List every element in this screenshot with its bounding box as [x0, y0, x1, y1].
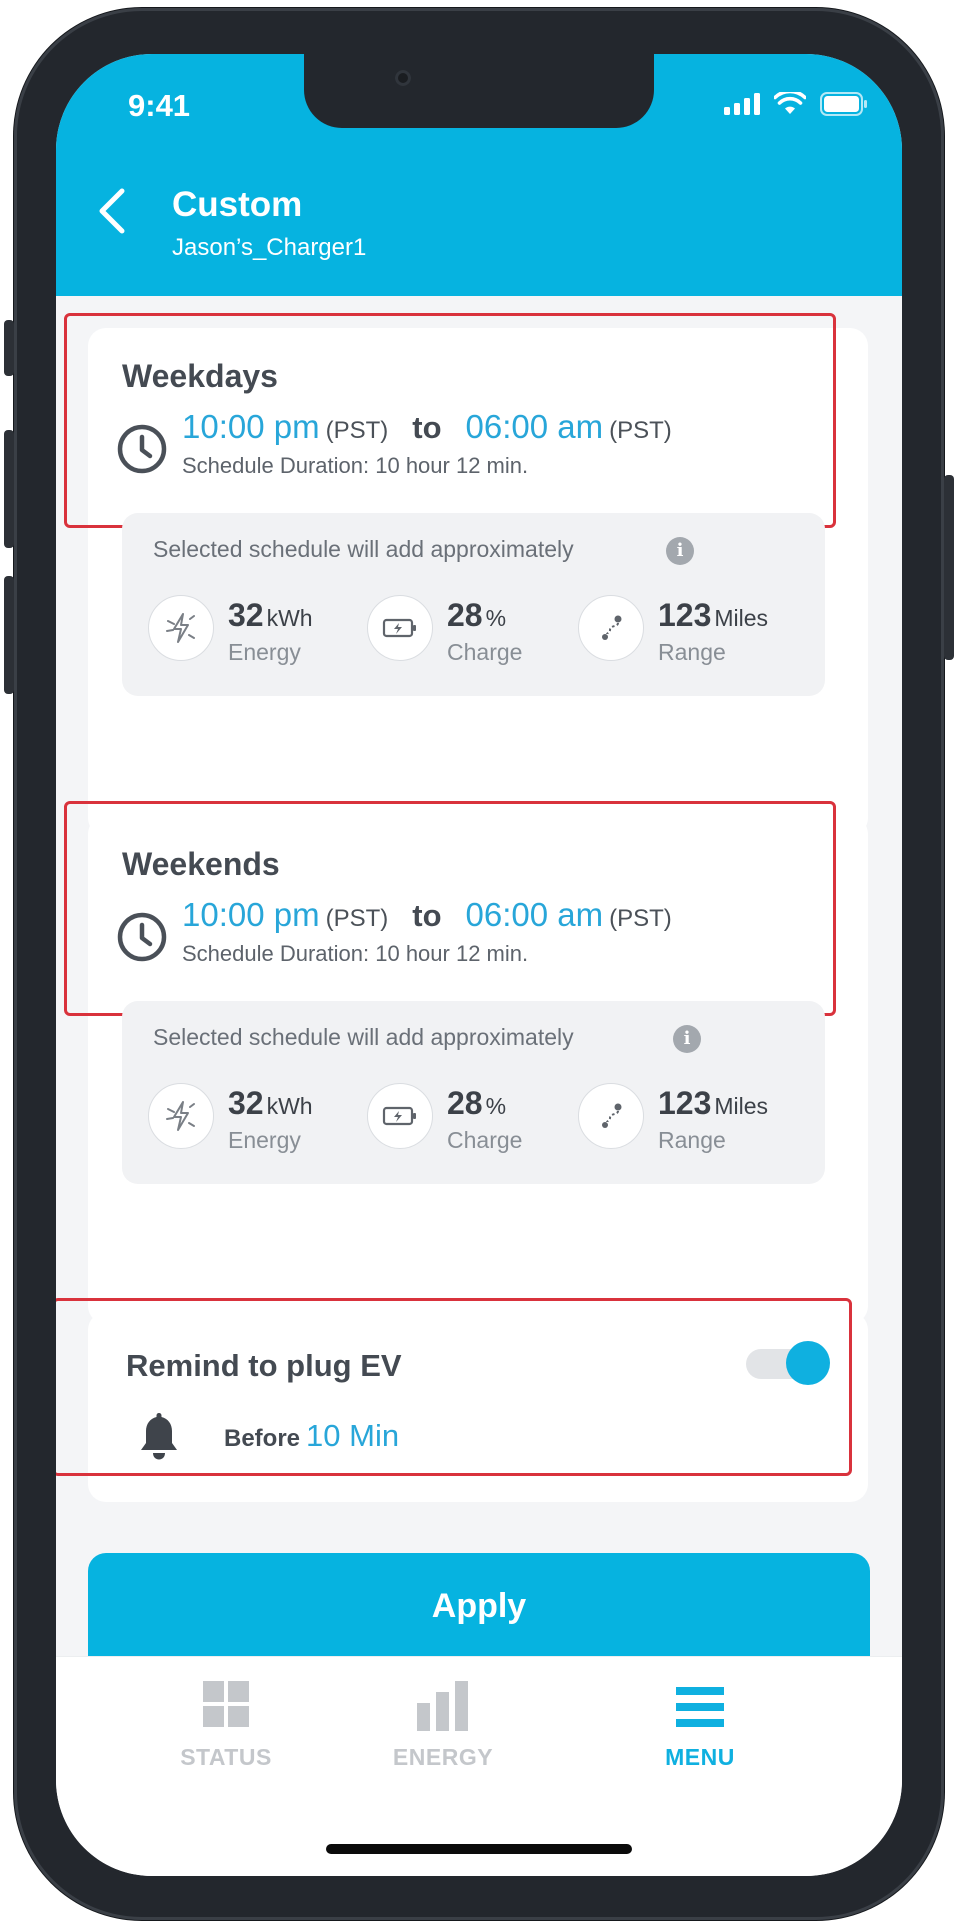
volume-up-button [4, 430, 14, 548]
weekdays-duration: Schedule Duration: 10 hour 12 min. [182, 453, 529, 478]
weekends-start-tz: (PST) [325, 905, 389, 932]
tab-menu[interactable]: MENU [640, 1681, 760, 1771]
estimate-heading: Selected schedule will add approximately [153, 1024, 574, 1050]
weekdays-start-time[interactable]: 10:00 pm [182, 408, 320, 446]
page-title: Custom [172, 185, 303, 224]
weekdays-end-tz: (PST) [609, 417, 672, 444]
toggle-knob [786, 1341, 830, 1385]
apply-button[interactable]: Apply [88, 1553, 870, 1663]
tab-status[interactable]: STATUS [166, 1681, 286, 1771]
before-label: Before [224, 1425, 301, 1452]
range-label: Range [658, 639, 726, 665]
tab-energy[interactable]: ENERGY [383, 1681, 503, 1771]
weekdays-start-tz: (PST) [325, 417, 389, 444]
wifi-icon [774, 92, 806, 114]
back-chevron-icon[interactable] [92, 186, 132, 236]
power-button [944, 475, 954, 660]
volume-down-button [4, 576, 14, 694]
status-time: 9:41 [128, 88, 191, 123]
home-indicator[interactable] [326, 1844, 632, 1854]
reminder-before[interactable]: Before 10 Min [224, 1418, 399, 1454]
grid-icon [203, 1681, 249, 1727]
route-icon [578, 1083, 644, 1149]
weekdays-time-row[interactable]: 10:00 pm (PST) to 06:00 am (PST) [182, 408, 672, 446]
weekdays-to: to [412, 410, 442, 445]
energy-icon [148, 595, 214, 661]
charge-label: Charge [447, 639, 523, 665]
range-label: Range [658, 1127, 726, 1153]
tab-energy-label: ENERGY [392, 1744, 494, 1770]
weekends-title: Weekends [122, 846, 280, 882]
battery-charge-icon [367, 595, 433, 661]
weekends-start-time[interactable]: 10:00 pm [182, 896, 320, 934]
charge-value: 28% [447, 1085, 507, 1121]
battery-icon [820, 92, 867, 116]
weekends-duration: Schedule Duration: 10 hour 12 min. [182, 941, 529, 966]
mute-switch [4, 320, 14, 376]
clock-icon [117, 424, 167, 474]
clock-icon [117, 912, 167, 962]
info-icon[interactable]: i [666, 537, 694, 565]
screen: 9:41 Custom Jason’s_Charger1 Weekdays 10… [56, 54, 902, 1876]
bottom-tab-bar: STATUS ENERGY MENU [56, 1656, 902, 1876]
reminder-title: Remind to plug EV [126, 1348, 402, 1383]
energy-value: 32 kWh [228, 1085, 313, 1121]
energy-label: Energy [228, 1127, 301, 1153]
energy-value: 32 kWh [228, 597, 313, 633]
weekends-estimate-panel: Selected schedule will add approximately… [122, 1001, 825, 1184]
charge-value: 28% [447, 597, 507, 633]
notch [304, 54, 654, 128]
weekends-to: to [412, 898, 442, 933]
menu-icon [676, 1687, 724, 1727]
weekends-card: Weekends 10:00 pm (PST) to 06:00 am (PST… [64, 801, 868, 1324]
weekdays-estimate-panel: Selected schedule will add approximately… [122, 513, 825, 696]
energy-icon [148, 1083, 214, 1149]
weekdays-card: Weekdays 10:00 pm (PST) to 06:00 am (PST… [64, 313, 868, 836]
weekends-end-time[interactable]: 06:00 am [466, 896, 604, 934]
front-camera [395, 70, 411, 86]
energy-label: Energy [228, 639, 301, 665]
battery-charge-icon [367, 1083, 433, 1149]
route-icon [578, 595, 644, 661]
signal-icon [724, 93, 760, 115]
reminder-toggle[interactable] [746, 1341, 830, 1385]
weekdays-end-time[interactable]: 06:00 am [466, 408, 604, 446]
weekends-end-tz: (PST) [609, 905, 672, 932]
range-value: 123 Miles [658, 597, 769, 633]
status-icons [724, 92, 868, 116]
weekdays-title: Weekdays [122, 358, 278, 394]
tab-menu-label: MENU [665, 1744, 735, 1770]
charge-label: Charge [447, 1127, 523, 1153]
range-value: 123 Miles [658, 1085, 769, 1121]
info-icon[interactable]: i [673, 1025, 701, 1053]
tab-status-label: STATUS [180, 1744, 272, 1770]
weekends-time-row[interactable]: 10:00 pm (PST) to 06:00 am (PST) [182, 896, 672, 934]
before-value[interactable]: 10 Min [306, 1418, 399, 1453]
bell-icon [141, 1413, 177, 1460]
estimate-heading: Selected schedule will add approximately [153, 536, 574, 562]
page-subtitle: Jason’s_Charger1 [172, 234, 367, 261]
bar-chart-icon [417, 1681, 468, 1731]
